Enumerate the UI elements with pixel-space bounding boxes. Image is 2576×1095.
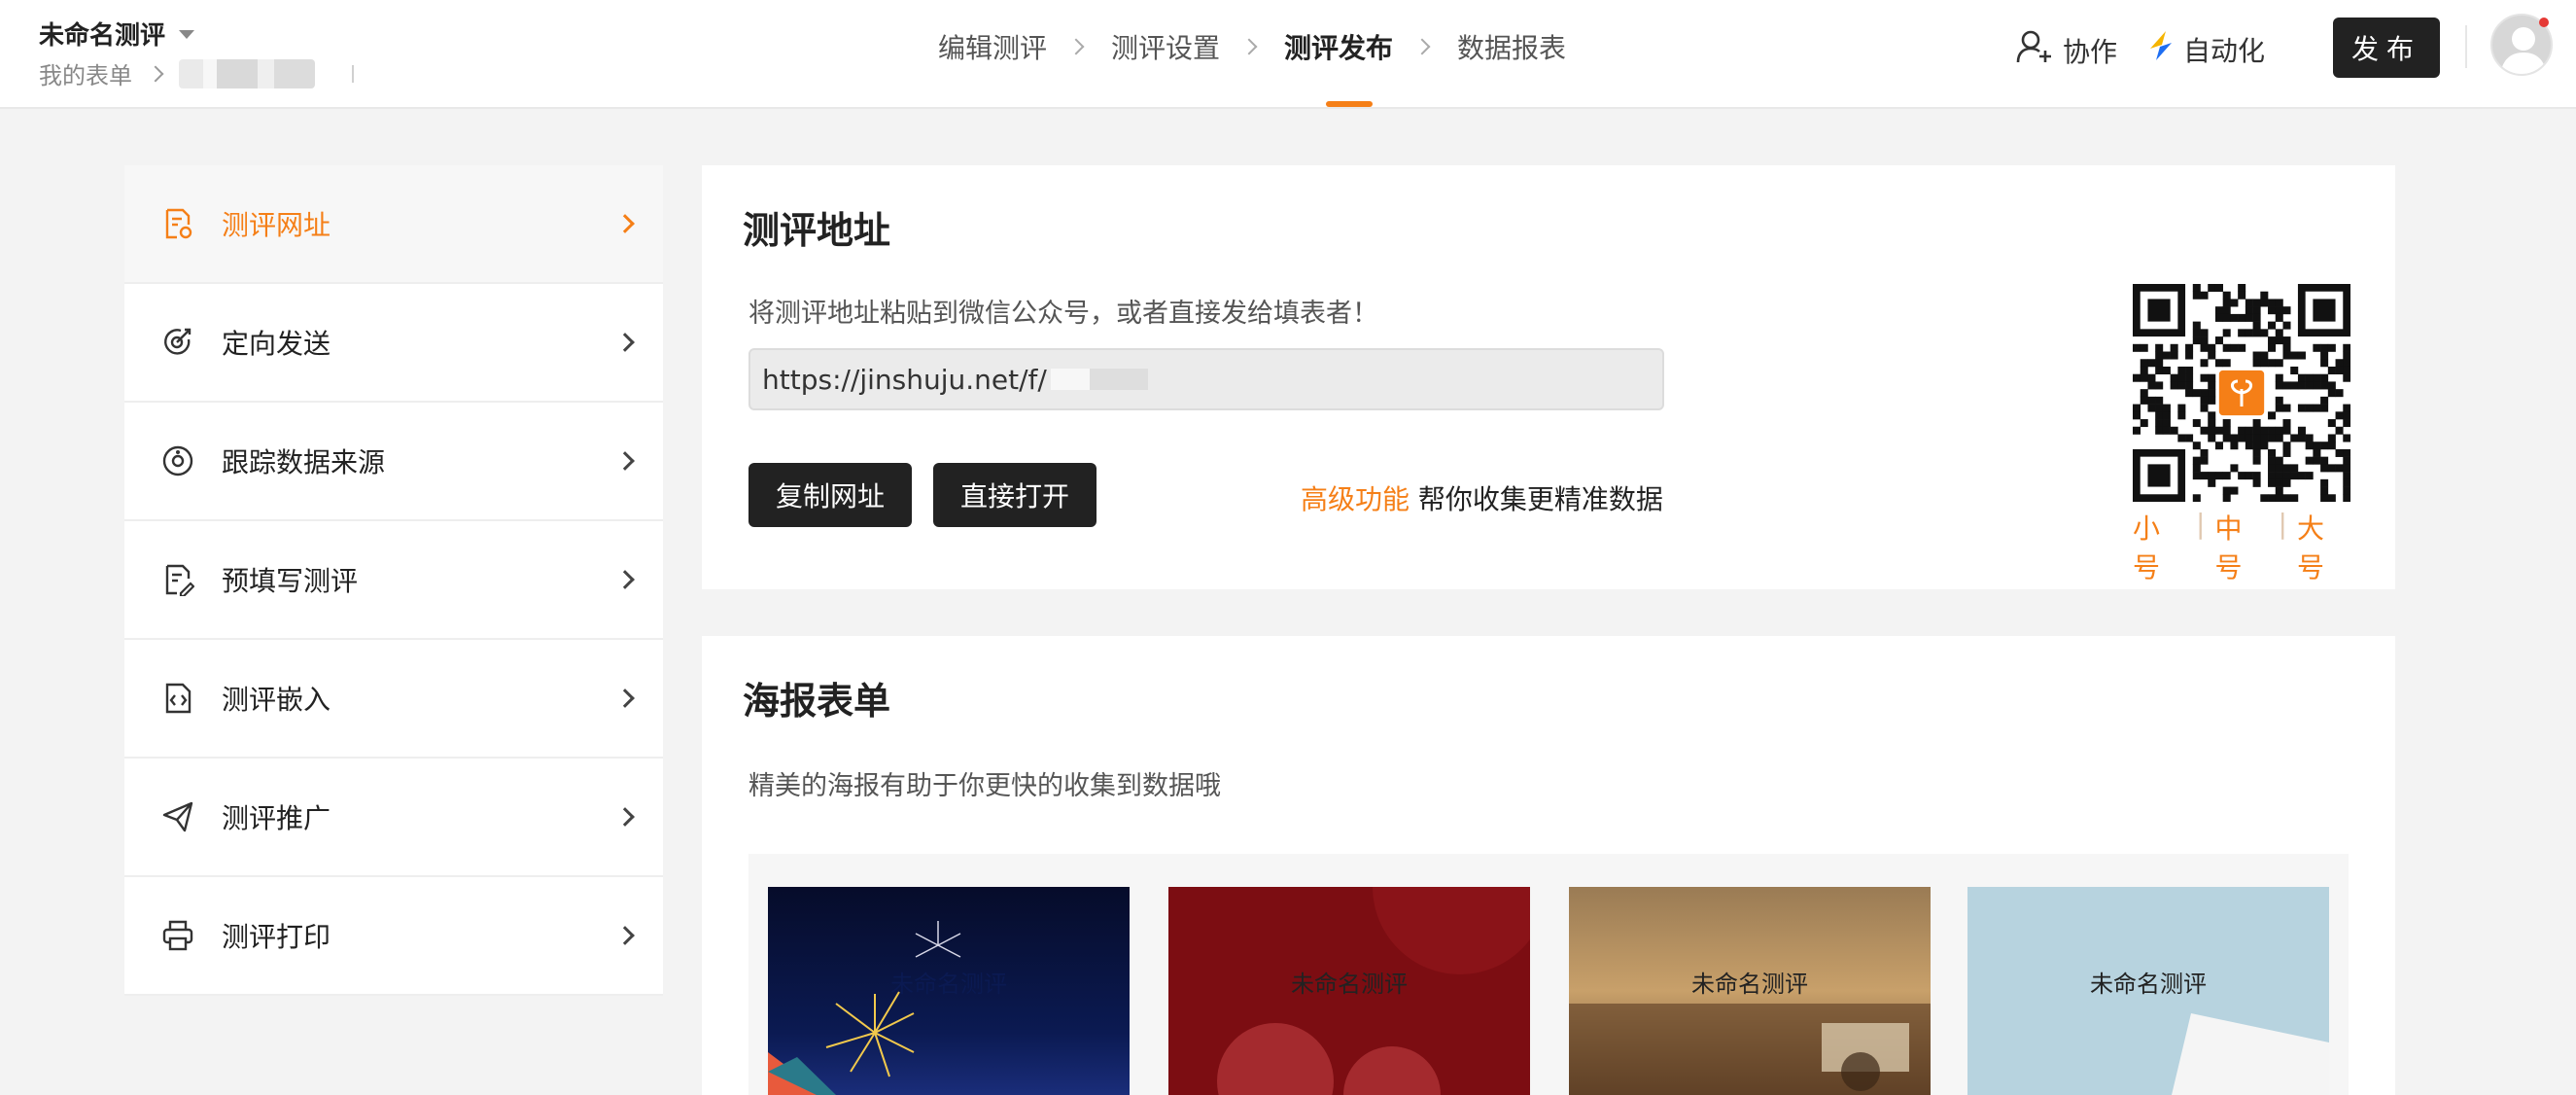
sidebar-item-prefill[interactable]: 预填写测评 <box>124 521 663 640</box>
chevron-right-icon <box>615 214 635 233</box>
sidebar-item-label: 测评网址 <box>222 209 331 241</box>
card-description: 精美的海报有助于你更快的收集到数据哦 <box>748 771 1221 801</box>
chevron-right-icon <box>615 451 635 471</box>
poster-light-blue[interactable]: 未命名测评 <box>1967 887 2329 1095</box>
sidebar-item-label: 定向发送 <box>222 328 331 360</box>
step-edit[interactable]: 编辑测评 <box>938 27 1047 66</box>
collaborate-button[interactable]: 协作 <box>2016 29 2117 71</box>
url-blurred-id <box>1050 369 1148 390</box>
paper-plane-icon <box>161 800 194 833</box>
top-header: 未命名测评 我的表单 编辑测评 测评设置 测评发布 数据报表 协作 自动化 发布 <box>0 0 2576 109</box>
chevron-right-icon <box>1413 38 1431 55</box>
chevron-right-icon <box>615 926 635 945</box>
card-description: 将测评地址粘贴到微信公众号，或者直接发给填表者！ <box>748 299 1378 329</box>
advanced-features-text: 帮你收集更精准数据 <box>1417 483 1663 515</box>
publish-sidebar: 测评网址 定向发送 跟踪数据来源 预填写测评 测评嵌入 测评推广 测评打印 <box>124 165 663 996</box>
sidebar-item-embed[interactable]: 测评嵌入 <box>124 640 663 759</box>
prefill-doc-icon <box>161 563 194 596</box>
chevron-right-icon <box>1240 38 1258 55</box>
poster-fireworks[interactable]: 未命名测评 <box>768 887 1130 1095</box>
evaluation-address-card: 测评地址 将测评地址粘贴到微信公众号，或者直接发给填表者！ https://ji… <box>702 165 2395 589</box>
notification-dot <box>2539 18 2549 27</box>
breadcrumb-blurred-name <box>179 58 315 88</box>
step-settings[interactable]: 测评设置 <box>1111 27 1220 66</box>
sidebar-item-label: 测评推广 <box>222 802 331 834</box>
chevron-right-icon <box>615 333 635 352</box>
url-field[interactable]: https://jinshuju.net/f/ <box>748 348 1664 410</box>
advanced-features-link[interactable]: 高级功能 <box>1301 483 1410 515</box>
qr-size-large[interactable]: 大号 <box>2297 508 2350 585</box>
automation-icon <box>2146 29 2176 69</box>
sidebar-item-track-source[interactable]: 跟踪数据来源 <box>124 403 663 521</box>
sidebar-item-label: 测评嵌入 <box>222 684 331 716</box>
poster-title: 未命名测评 <box>1691 971 1808 998</box>
poster-title: 未命名测评 <box>2090 971 2207 998</box>
poster-gallery: 未命名测评 未命名测评 未命名测评 未命名测评 <box>748 854 2349 1095</box>
divider <box>352 64 354 83</box>
divider: | <box>2278 508 2287 540</box>
sidebar-item-label: 预填写测评 <box>222 565 359 597</box>
add-user-icon <box>2016 29 2055 71</box>
qr-size-options: 小号 | 中号 | 大号 <box>2133 508 2350 585</box>
form-title: 未命名测评 <box>39 21 166 51</box>
chevron-right-icon <box>1067 38 1085 55</box>
poster-cafe[interactable]: 未命名测评 <box>1569 887 1931 1095</box>
breadcrumb-my-forms[interactable]: 我的表单 <box>39 56 132 90</box>
qr-code-icon <box>2133 284 2351 503</box>
step-publish[interactable]: 测评发布 <box>1284 27 1393 66</box>
track-icon <box>161 444 194 477</box>
step-reports[interactable]: 数据报表 <box>1457 27 1566 66</box>
chevron-right-icon <box>615 807 635 827</box>
qr-size-small[interactable]: 小号 <box>2133 508 2186 585</box>
chevron-right-icon <box>615 689 635 708</box>
sidebar-item-print[interactable]: 测评打印 <box>124 877 663 996</box>
advanced-features-note: 高级功能 帮你收集更精准数据 <box>1301 478 1663 517</box>
target-icon <box>161 326 194 359</box>
open-directly-button[interactable]: 直接打开 <box>933 463 1097 527</box>
printer-icon <box>161 919 194 952</box>
form-title-dropdown[interactable]: 未命名测评 <box>39 16 195 52</box>
breadcrumb: 我的表单 <box>39 56 354 90</box>
chevron-right-icon <box>615 570 635 589</box>
poster-red[interactable]: 未命名测评 <box>1168 887 1530 1095</box>
link-doc-icon <box>161 207 194 240</box>
caret-down-icon <box>179 30 195 39</box>
automation-button[interactable]: 自动化 <box>2146 29 2265 69</box>
sidebar-item-targeted-send[interactable]: 定向发送 <box>124 284 663 403</box>
sidebar-item-evaluation-url[interactable]: 测评网址 <box>124 165 663 284</box>
active-step-indicator <box>1326 101 1373 107</box>
sidebar-item-label: 跟踪数据来源 <box>222 446 386 478</box>
url-value: https://jinshuju.net/f/ <box>762 363 1047 396</box>
card-title: 海报表单 <box>743 680 891 723</box>
publish-button[interactable]: 发布 <box>2333 18 2440 78</box>
collaborate-label: 协作 <box>2063 35 2118 68</box>
step-nav: 编辑测评 测评设置 测评发布 数据报表 <box>938 27 1566 66</box>
chevron-right-icon <box>147 65 164 82</box>
sidebar-item-label: 测评打印 <box>222 921 331 953</box>
poster-title: 未命名测评 <box>1291 971 1408 998</box>
poster-form-card: 海报表单 精美的海报有助于你更快的收集到数据哦 未命名测评 未命名测评 未命名测… <box>702 636 2395 1095</box>
embed-code-icon <box>161 682 194 715</box>
copy-url-button[interactable]: 复制网址 <box>748 463 912 527</box>
card-title: 测评地址 <box>743 209 891 252</box>
sidebar-item-promote[interactable]: 测评推广 <box>124 759 663 877</box>
qr-size-medium[interactable]: 中号 <box>2214 508 2268 585</box>
qr-code <box>2133 284 2351 503</box>
poster-title: 未命名测评 <box>890 971 1007 998</box>
automation-label: 自动化 <box>2183 34 2266 67</box>
divider <box>2465 25 2467 68</box>
divider: | <box>2196 508 2206 540</box>
